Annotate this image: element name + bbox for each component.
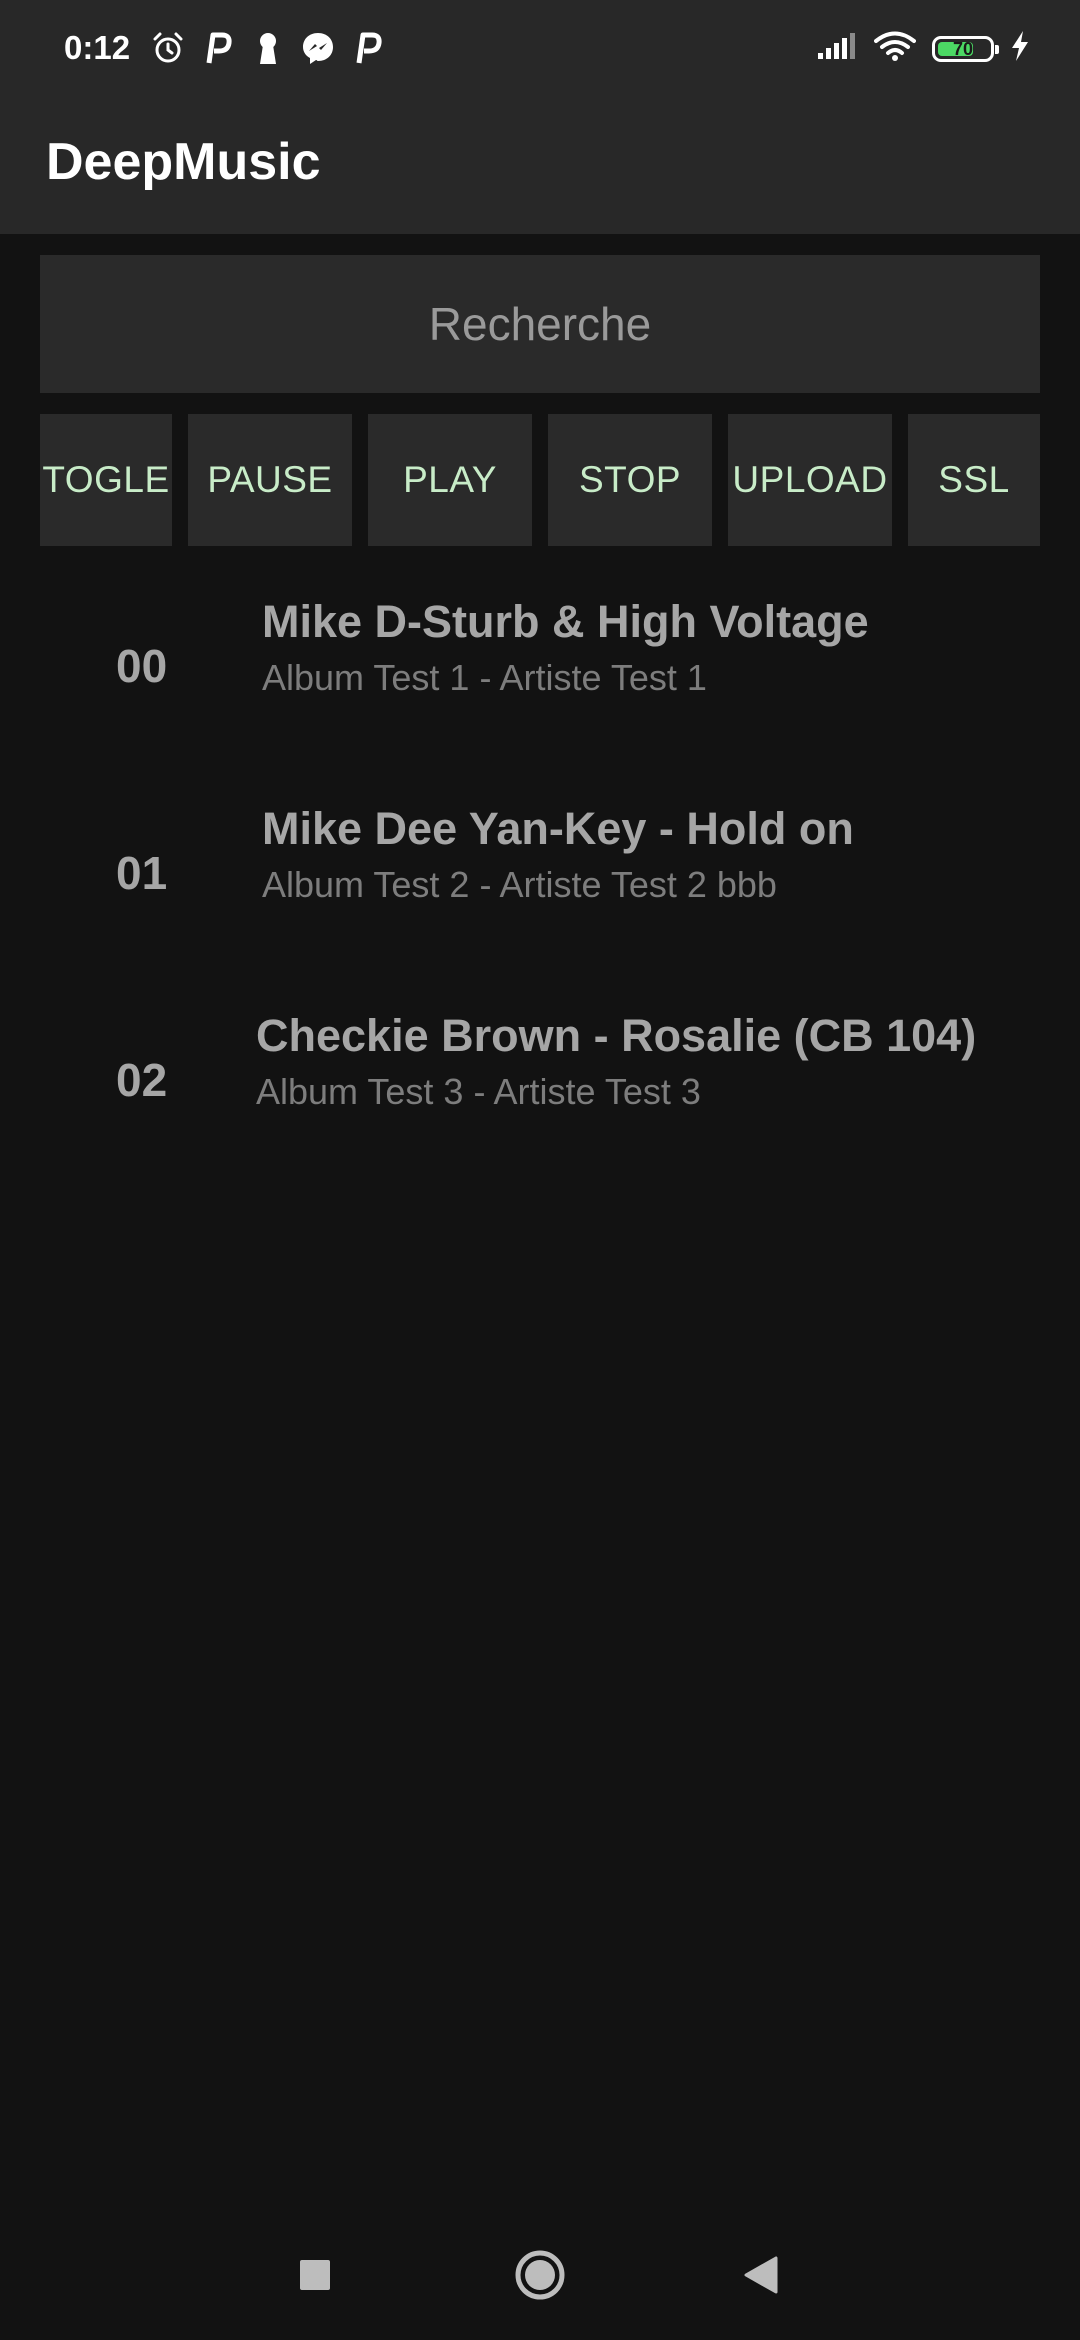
parking-p-icon (200, 30, 236, 66)
keyhole-icon (250, 30, 286, 66)
battery-percent: 70 (952, 38, 974, 59)
battery-icon: 70 (932, 35, 999, 62)
messenger-icon (300, 30, 336, 66)
alarm-icon (150, 30, 186, 66)
track-subtitle: Album Test 3 - Artiste Test 3 (256, 1071, 701, 1112)
app-bar: DeepMusic (0, 96, 1080, 234)
track-number: 00 (116, 640, 168, 692)
charging-bolt-icon (1010, 30, 1030, 67)
track-title: Mike D-Sturb & High Voltage (262, 596, 869, 647)
status-bar: 0:12 70 (0, 0, 1080, 96)
play-button[interactable]: PLAY (368, 414, 532, 546)
track-subtitle: Album Test 1 - Artiste Test 1 (262, 657, 707, 698)
search-box[interactable] (40, 254, 1040, 394)
list-item[interactable]: 00 Mike D-Sturb & High Voltage Album Tes… (0, 580, 1080, 780)
status-system-icons: 70 (816, 30, 1030, 67)
toggle-button[interactable]: TOGLE (40, 414, 172, 546)
parking-p-icon (350, 30, 386, 66)
pause-button[interactable]: PAUSE (188, 414, 352, 546)
signal-icon (816, 31, 858, 66)
status-notification-icons (150, 30, 386, 66)
track-subtitle: Album Test 2 - Artiste Test 2 bbb (262, 864, 777, 905)
track-title: Mike Dee Yan-Key - Hold on (262, 803, 854, 854)
ssl-button[interactable]: SSL (908, 414, 1040, 546)
track-number: 01 (116, 847, 168, 899)
list-item[interactable]: 02 Checkie Brown - Rosalie (CB 104) Albu… (0, 994, 1080, 1194)
list-item[interactable]: 01 Mike Dee Yan-Key - Hold on Album Test… (0, 787, 1080, 987)
track-number: 02 (116, 1054, 168, 1106)
back-triangle-icon[interactable] (710, 2220, 810, 2330)
app-title: DeepMusic (46, 133, 321, 191)
stop-button[interactable]: STOP (548, 414, 712, 546)
navigation-bar (0, 2220, 1080, 2330)
wifi-icon (874, 30, 916, 67)
home-circle-icon[interactable] (490, 2220, 590, 2330)
search-input[interactable] (40, 254, 1040, 394)
status-time: 0:12 (64, 29, 131, 66)
upload-button[interactable]: UPLOAD (728, 414, 892, 546)
track-title: Checkie Brown - Rosalie (CB 104) (256, 1010, 977, 1061)
control-button-row: TOGLE PAUSE PLAY STOP UPLOAD SSL (0, 414, 1080, 546)
recents-square-icon[interactable] (265, 2220, 365, 2330)
